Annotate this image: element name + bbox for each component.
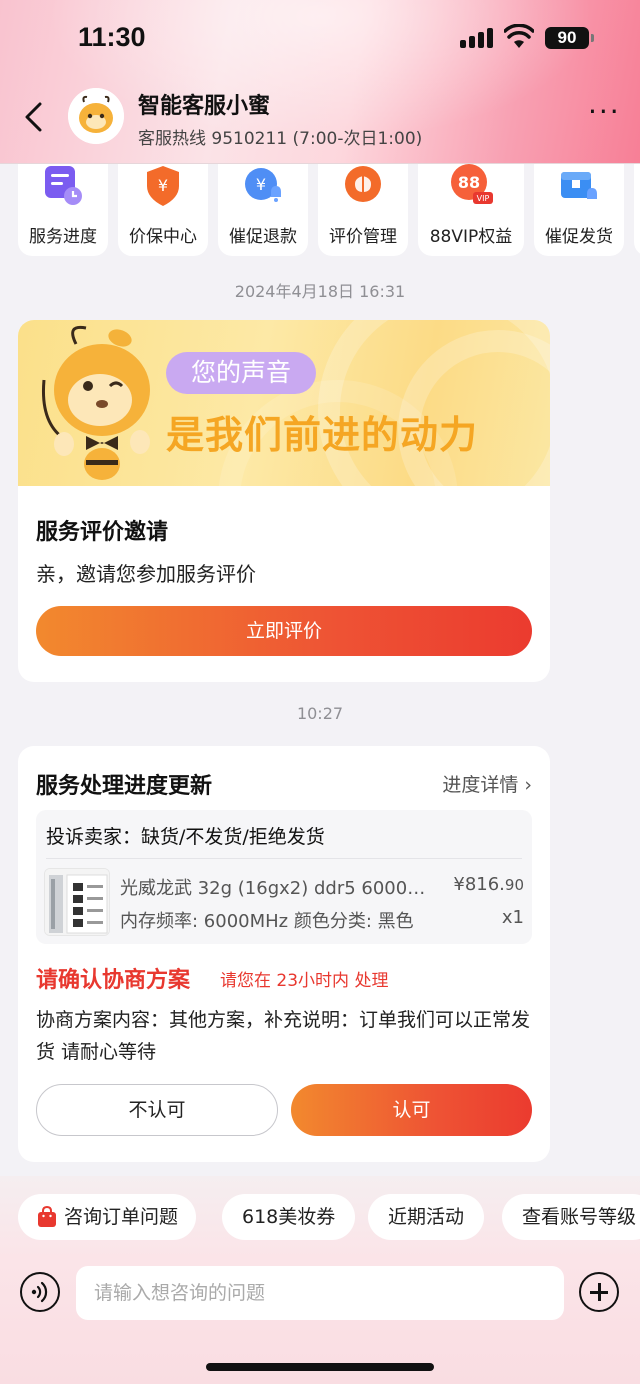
- product-spec: 内存频率: 6000MHz 颜色分类: 黑色: [120, 911, 414, 932]
- memory-box-icon: [45, 869, 109, 935]
- evaluation-text: 亲，邀请您参加服务评价: [36, 562, 256, 586]
- battery-icon: 90: [545, 27, 594, 49]
- deadline-notice: 请您在 23小时内 处理: [220, 971, 389, 991]
- service-progress-card: 服务处理进度更新 进度详情 › 投诉卖家：缺货/不发货/拒绝发货 光威龙武 32…: [18, 746, 550, 1162]
- voice-wave-icon: [31, 1281, 48, 1303]
- svg-text:VIP: VIP: [477, 194, 490, 203]
- more-options-icon[interactable]: ···: [588, 98, 620, 126]
- progress-detail-link[interactable]: 进度详情 ›: [442, 770, 532, 797]
- quick-action-label: 价保中心: [129, 227, 197, 247]
- evaluation-banner: 您的声音 是我们前进的动力: [18, 320, 550, 486]
- hotline-subtitle: 客服热线 9510211 (7:00-次日1:00): [138, 129, 423, 149]
- bee-mascot-icon: [68, 88, 124, 144]
- vip88-icon: 88 VIP: [451, 164, 493, 204]
- quick-action-vip88[interactable]: 88 VIP 88VIP权益: [418, 164, 524, 256]
- svg-text:¥: ¥: [256, 175, 266, 194]
- divider: [46, 858, 522, 859]
- message-timestamp: 10:27: [296, 704, 344, 723]
- product-name: 光威龙武 32g (16gx2) ddr5 6000 马甲条: [120, 878, 430, 899]
- quick-action-label: 催促退款: [229, 227, 297, 247]
- home-indicator[interactable]: [206, 1363, 434, 1371]
- chevron-right-icon: ›: [524, 774, 532, 796]
- bee-mascot-icon: [41, 325, 150, 480]
- product-thumbnail: [44, 868, 110, 936]
- banner-voice-pill: 您的声音: [166, 352, 316, 394]
- quick-actions-row: 服务进度 ¥ 价保中心 ¥ 催促退款 评价管理 88 VIP 88VIP权益 催…: [0, 164, 640, 260]
- service-evaluation-card: 您的声音 是我们前进的动力 服务评价邀请 亲，邀请您参加服务评价 立即评价: [18, 320, 550, 682]
- quick-action-label: 88VIP权益: [429, 227, 513, 247]
- chip-label: 咨询订单问题: [64, 1206, 179, 1228]
- service-progress-icon: [45, 166, 82, 205]
- quick-action-refund-urge[interactable]: ¥ 催促退款: [218, 164, 308, 256]
- progress-detail-label: 进度详情: [442, 774, 519, 796]
- quick-action-ship-urge[interactable]: 催促发货: [534, 164, 624, 256]
- status-bar: 11:30 90: [0, 0, 640, 76]
- price-decimal: 90: [504, 876, 524, 894]
- complaint-reason: 投诉卖家：缺货/不发货/拒绝发货: [46, 826, 325, 848]
- review-manage-icon: [345, 166, 381, 202]
- quick-action-service-progress[interactable]: 服务进度: [18, 164, 108, 256]
- page-title: 智能客服小蜜: [138, 94, 271, 119]
- banner-slogan: 是我们前进的动力: [166, 413, 479, 457]
- quick-action-review-manage[interactable]: 评价管理: [318, 164, 408, 256]
- quick-action-overflow[interactable]: [634, 164, 640, 256]
- wifi-icon: [504, 24, 534, 48]
- quick-action-label: 服务进度: [29, 227, 97, 247]
- ship-urge-icon: [561, 172, 597, 199]
- plan-content: 协商方案内容：其他方案，补充说明：订单我们可以正常发货 请耐心等待: [36, 1009, 531, 1063]
- chip-beauty-coupon[interactable]: 618美妆券: [222, 1194, 356, 1240]
- quick-action-label: 评价管理: [329, 227, 397, 247]
- product-quantity: x1: [501, 907, 524, 928]
- svg-text:¥: ¥: [158, 176, 168, 195]
- evaluate-now-button[interactable]: 立即评价: [36, 606, 532, 656]
- refund-urge-icon: ¥: [245, 168, 281, 202]
- cellular-signal-icon: [460, 28, 494, 48]
- chip-account-level[interactable]: 查看账号等级: [502, 1194, 640, 1240]
- chip-label: 查看账号等级: [522, 1206, 637, 1228]
- progress-card-title: 服务处理进度更新: [36, 774, 213, 799]
- price-protect-icon: ¥: [147, 166, 179, 206]
- complaint-box[interactable]: 投诉卖家：缺货/不发货/拒绝发货 光威龙武 32g (16gx2) ddr5 6…: [36, 810, 532, 944]
- avatar[interactable]: [68, 88, 124, 144]
- chip-order-question[interactable]: 咨询订单问题: [18, 1194, 197, 1240]
- quick-question-chips: 咨询订单问题 618美妆券 近期活动 查看账号等级: [0, 1194, 640, 1240]
- evaluation-title: 服务评价邀请: [36, 520, 169, 545]
- voice-input-button[interactable]: [20, 1272, 60, 1312]
- accept-button[interactable]: 认可: [291, 1084, 532, 1136]
- confirm-plan-title: 请确认协商方案: [36, 968, 191, 993]
- plus-icon[interactable]: [579, 1272, 619, 1312]
- quick-action-price-protect[interactable]: ¥ 价保中心: [118, 164, 208, 256]
- message-timestamp: 2024年4月18日 16:31: [234, 282, 406, 301]
- product-price: ¥816.90: [453, 874, 524, 895]
- reject-button[interactable]: 不认可: [36, 1084, 278, 1136]
- back-arrow-icon[interactable]: [18, 100, 50, 134]
- status-time: 11:30: [78, 22, 146, 52]
- price-main: ¥816.: [453, 874, 505, 895]
- chip-label: 近期活动: [388, 1206, 465, 1228]
- chip-recent-activities[interactable]: 近期活动: [368, 1194, 485, 1240]
- quick-action-label: 催促发货: [545, 227, 613, 247]
- question-input[interactable]: [76, 1266, 564, 1320]
- svg-text:88: 88: [458, 173, 480, 192]
- chip-label: 618美妆券: [242, 1206, 336, 1228]
- shopping-bag-icon: [38, 1206, 56, 1227]
